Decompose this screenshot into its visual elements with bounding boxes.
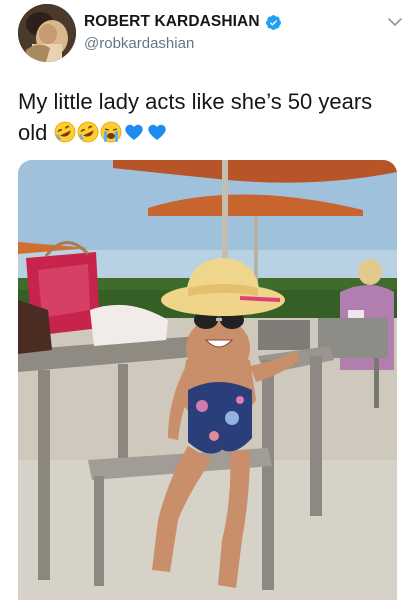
tweet-photo[interactable]: [18, 160, 397, 600]
tweet-card: ROBERT KARDASHIAN @robkardashian My litt…: [0, 0, 415, 600]
handle[interactable]: @robkardashian: [84, 35, 282, 52]
blue-heart-icon: [146, 121, 168, 143]
blue-heart-icon: [123, 121, 145, 143]
verified-badge-icon: [265, 14, 281, 30]
avatar-image: [18, 4, 76, 62]
chevron-down-icon[interactable]: [387, 14, 403, 30]
display-name[interactable]: ROBERT KARDASHIAN: [84, 13, 260, 31]
photo-scene: [18, 160, 397, 600]
loudly-crying-face-icon: [100, 121, 122, 143]
rolling-on-floor-laughing-icon: [77, 121, 99, 143]
tweet-header: ROBERT KARDASHIAN @robkardashian: [18, 4, 403, 66]
author-names: ROBERT KARDASHIAN @robkardashian: [84, 12, 282, 52]
avatar[interactable]: [18, 4, 76, 62]
tweet-text: My little lady acts like she’s 50 years …: [18, 86, 398, 148]
rolling-on-floor-laughing-icon: [54, 121, 76, 143]
display-name-row: ROBERT KARDASHIAN: [84, 12, 282, 32]
